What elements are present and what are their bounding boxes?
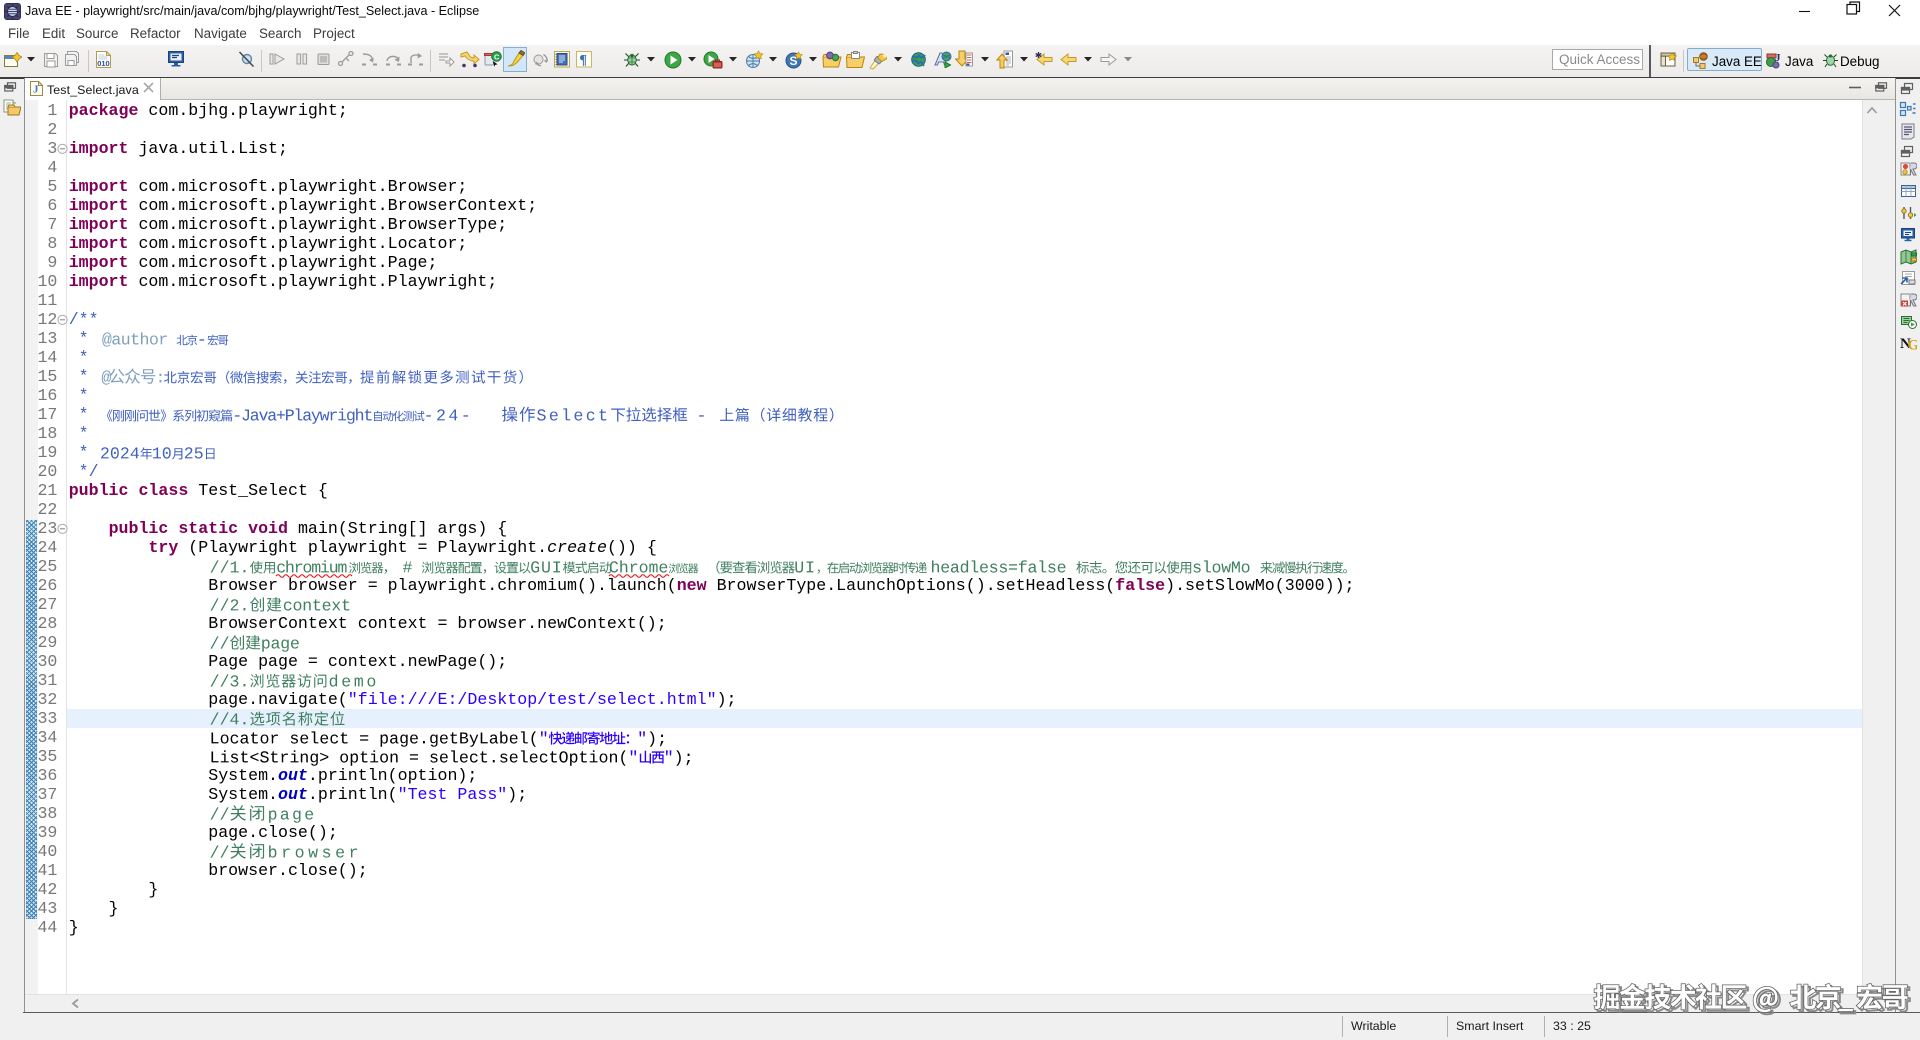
svg-text:G: G [1908, 338, 1918, 352]
